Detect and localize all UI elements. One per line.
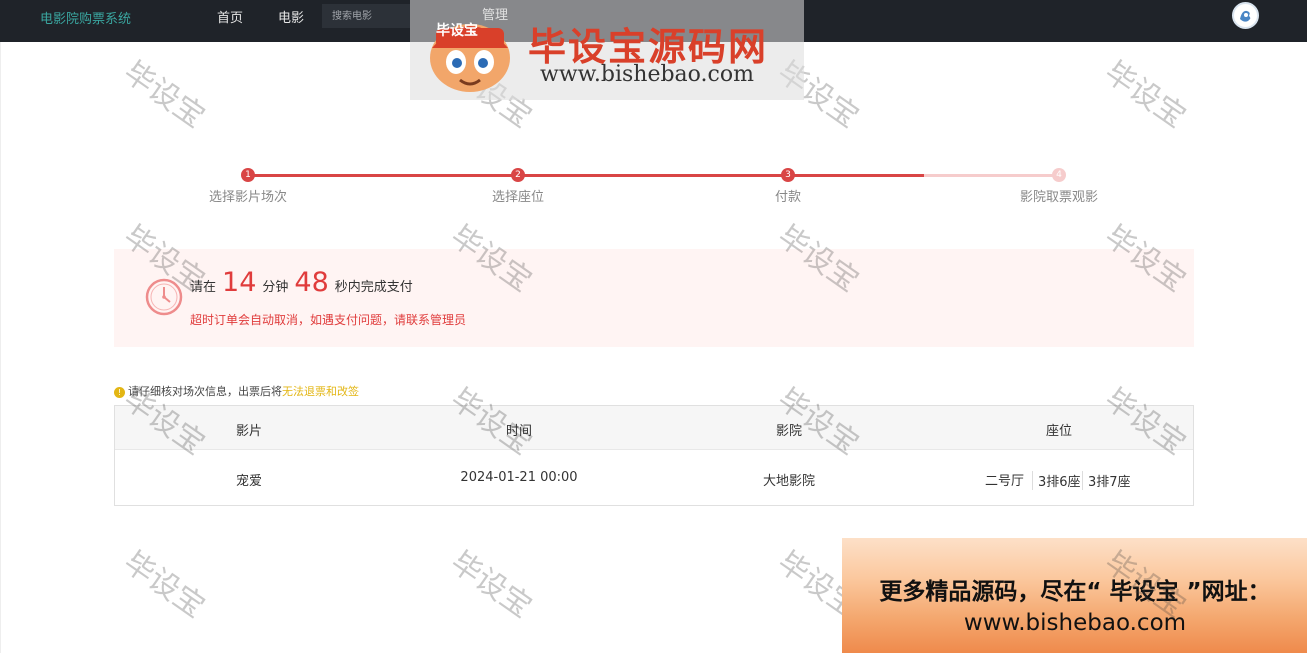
header-seat: 座位 — [1045, 424, 1072, 439]
step-dot-1: 1 — [241, 168, 255, 182]
ticket-table: 影片 时间 影院 座位 宠爱 2024-01-21 00:00 大地影院 二号厅… — [114, 405, 1194, 506]
nav-home[interactable]: 首页 — [217, 7, 243, 26]
nav-movies[interactable]: 电影 — [278, 7, 304, 26]
cell-time: 2024-01-21 00:00 — [460, 470, 578, 485]
header-time: 时间 — [505, 424, 532, 439]
cell-hall: 二号厅 — [985, 474, 1025, 489]
cell-cinema: 大地影院 — [762, 474, 815, 489]
clock-icon — [145, 278, 183, 316]
info-icon: ! — [114, 386, 125, 398]
step-label-4: 影院取票观影 — [1019, 190, 1098, 205]
step-track-pending — [924, 174, 1059, 177]
avatar-icon — [1234, 4, 1257, 27]
watermark-stamp: 毕设宝 — [1098, 54, 1192, 136]
refund-notice: ! 请仔细核对场次信息，出票后将无法退票和改签 — [114, 383, 359, 399]
timer-seconds: 48 — [294, 267, 329, 298]
header-cinema: 影院 — [775, 424, 802, 439]
step-dot-2: 2 — [511, 168, 525, 182]
search-input[interactable] — [322, 4, 410, 28]
timer-suffix: 秒内完成支付 — [334, 280, 413, 295]
watermark-stamp: 毕设宝 — [117, 54, 211, 136]
step-label-2: 选择座位 — [491, 190, 544, 205]
timer-minutes: 14 — [222, 267, 257, 298]
promo-url: www.bishebao.com — [963, 610, 1187, 636]
watermark-stamp: 毕设宝 — [444, 544, 538, 626]
order-steps: 1 2 3 4 选择影片场次 选择座位 付款 影院取票观影 — [114, 168, 1194, 214]
watermark-stamp: 毕设宝 — [117, 544, 211, 626]
timer-min-unit: 分钟 — [262, 280, 289, 295]
app-brand[interactable]: 电影院购票系统 — [40, 8, 131, 27]
step-track-done — [248, 174, 924, 177]
step-label-3: 付款 — [774, 190, 801, 205]
seat-tag: 3排6座 — [1032, 471, 1081, 490]
notice-highlight: 无法退票和改签 — [282, 385, 359, 398]
timer-prefix: 请在 — [190, 280, 217, 295]
timer-warning: 超时订单会自动取消，如遇支付问题，请联系管理员 — [190, 313, 467, 327]
timer-countdown: 请在 14 分钟 48 秒内完成支付 — [190, 267, 413, 298]
promo-banner[interactable]: 更多精品源码，尽在“ 毕设宝 ”网址： www.bishebao.com — [842, 538, 1307, 653]
watermark-banner: 毕设宝 毕设宝源码网 www.bishebao.com — [410, 0, 804, 100]
seat-tag: 3排7座 — [1082, 471, 1131, 490]
promo-text: 更多精品源码，尽在“ 毕设宝 ”网址： — [879, 579, 1271, 605]
cell-movie: 宠爱 — [235, 474, 262, 489]
step-dot-3: 3 — [781, 168, 795, 182]
step-dot-4: 4 — [1052, 168, 1066, 182]
table-header: 影片 时间 影院 座位 — [115, 406, 1193, 450]
user-avatar[interactable] — [1232, 2, 1259, 29]
payment-page: 1 2 3 4 选择影片场次 选择座位 付款 影院取票观影 请在 14 分钟 48 秒内… — [0, 42, 1307, 653]
step-label-1: 选择影片场次 — [208, 190, 287, 205]
mascot-logo-text: 毕设宝 — [436, 23, 478, 39]
watermark-url: www.bishebao.com — [540, 62, 754, 87]
header-movie: 影片 — [235, 424, 262, 439]
notice-text: 请仔细核对场次信息，出票后将 — [128, 385, 282, 398]
payment-timer-panel: 请在 14 分钟 48 秒内完成支付 超时订单会自动取消，如遇支付问题，请联系管理员 — [114, 249, 1194, 347]
